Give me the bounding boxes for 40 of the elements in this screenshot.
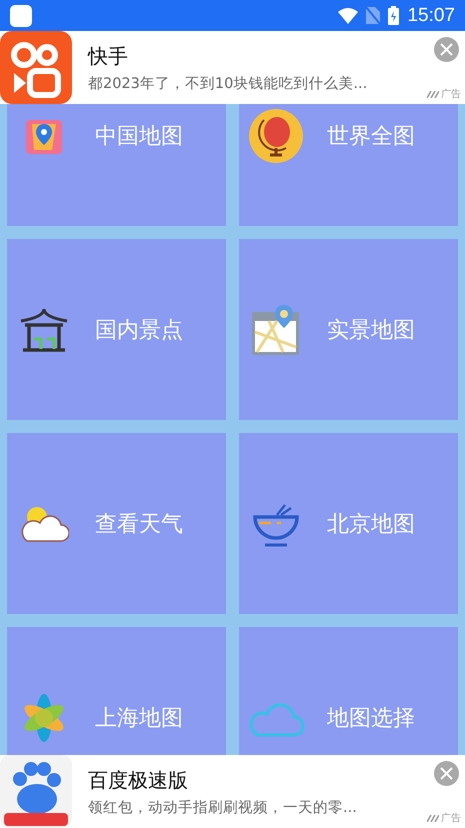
close-icon	[440, 767, 453, 780]
globe-icon	[248, 108, 304, 164]
menu-tile[interactable]: 国内景点	[7, 239, 226, 420]
close-icon	[440, 43, 453, 56]
menu-tile[interactable]: 上海地图	[7, 627, 226, 755]
ad-tag: 广告	[441, 811, 461, 825]
menu-tile[interactable]: 查看天气	[7, 433, 226, 614]
tile-label: 地图选择	[327, 705, 415, 733]
menu-tile[interactable]: 中国地图	[7, 104, 226, 226]
ad-description: 领红包，动动手指刷刷视频，一天的零...	[88, 798, 357, 816]
ad-banner[interactable]: 百度极速版 领红包，动动手指刷刷视频，一天的零... 广告	[0, 755, 465, 828]
ad-title: 百度极速版	[88, 766, 188, 794]
app-logo-icon	[0, 31, 72, 104]
ad-tag: 广告	[441, 87, 461, 101]
ad-title: 快手	[88, 42, 128, 70]
close-button[interactable]	[434, 37, 459, 62]
menu-tile[interactable]: 实景地图	[239, 239, 458, 420]
clock-time: 15:07	[407, 4, 455, 26]
tile-label: 国内景点	[95, 316, 183, 344]
ad-description: 都2023年了，不到10块钱能吃到什么美...	[88, 74, 368, 92]
wifi-icon	[338, 8, 358, 24]
menu-tile[interactable]: 地图选择	[239, 627, 458, 755]
ad-mark-icon	[427, 814, 439, 822]
tile-label: 中国地图	[95, 123, 183, 151]
battery-icon	[388, 6, 400, 25]
ad-banner[interactable]: 快手 都2023年了，不到10块钱能吃到什么美... 广告	[0, 31, 465, 104]
app-icon	[10, 4, 32, 26]
no-sim-icon	[366, 7, 380, 24]
street-map-icon	[251, 304, 301, 356]
tile-label: 北京地图	[327, 510, 415, 538]
paw-logo-icon	[0, 755, 72, 828]
pavilion-icon	[19, 306, 69, 352]
tile-label: 世界全图	[327, 123, 415, 151]
tile-label: 实景地图	[327, 316, 415, 344]
close-button[interactable]	[434, 761, 459, 786]
tile-label: 上海地图	[95, 705, 183, 733]
menu-tile[interactable]: 北京地图	[239, 433, 458, 614]
tile-label: 查看天气	[95, 510, 183, 538]
ad-mark-icon	[427, 90, 439, 98]
menu-tile[interactable]: 世界全图	[239, 104, 458, 226]
